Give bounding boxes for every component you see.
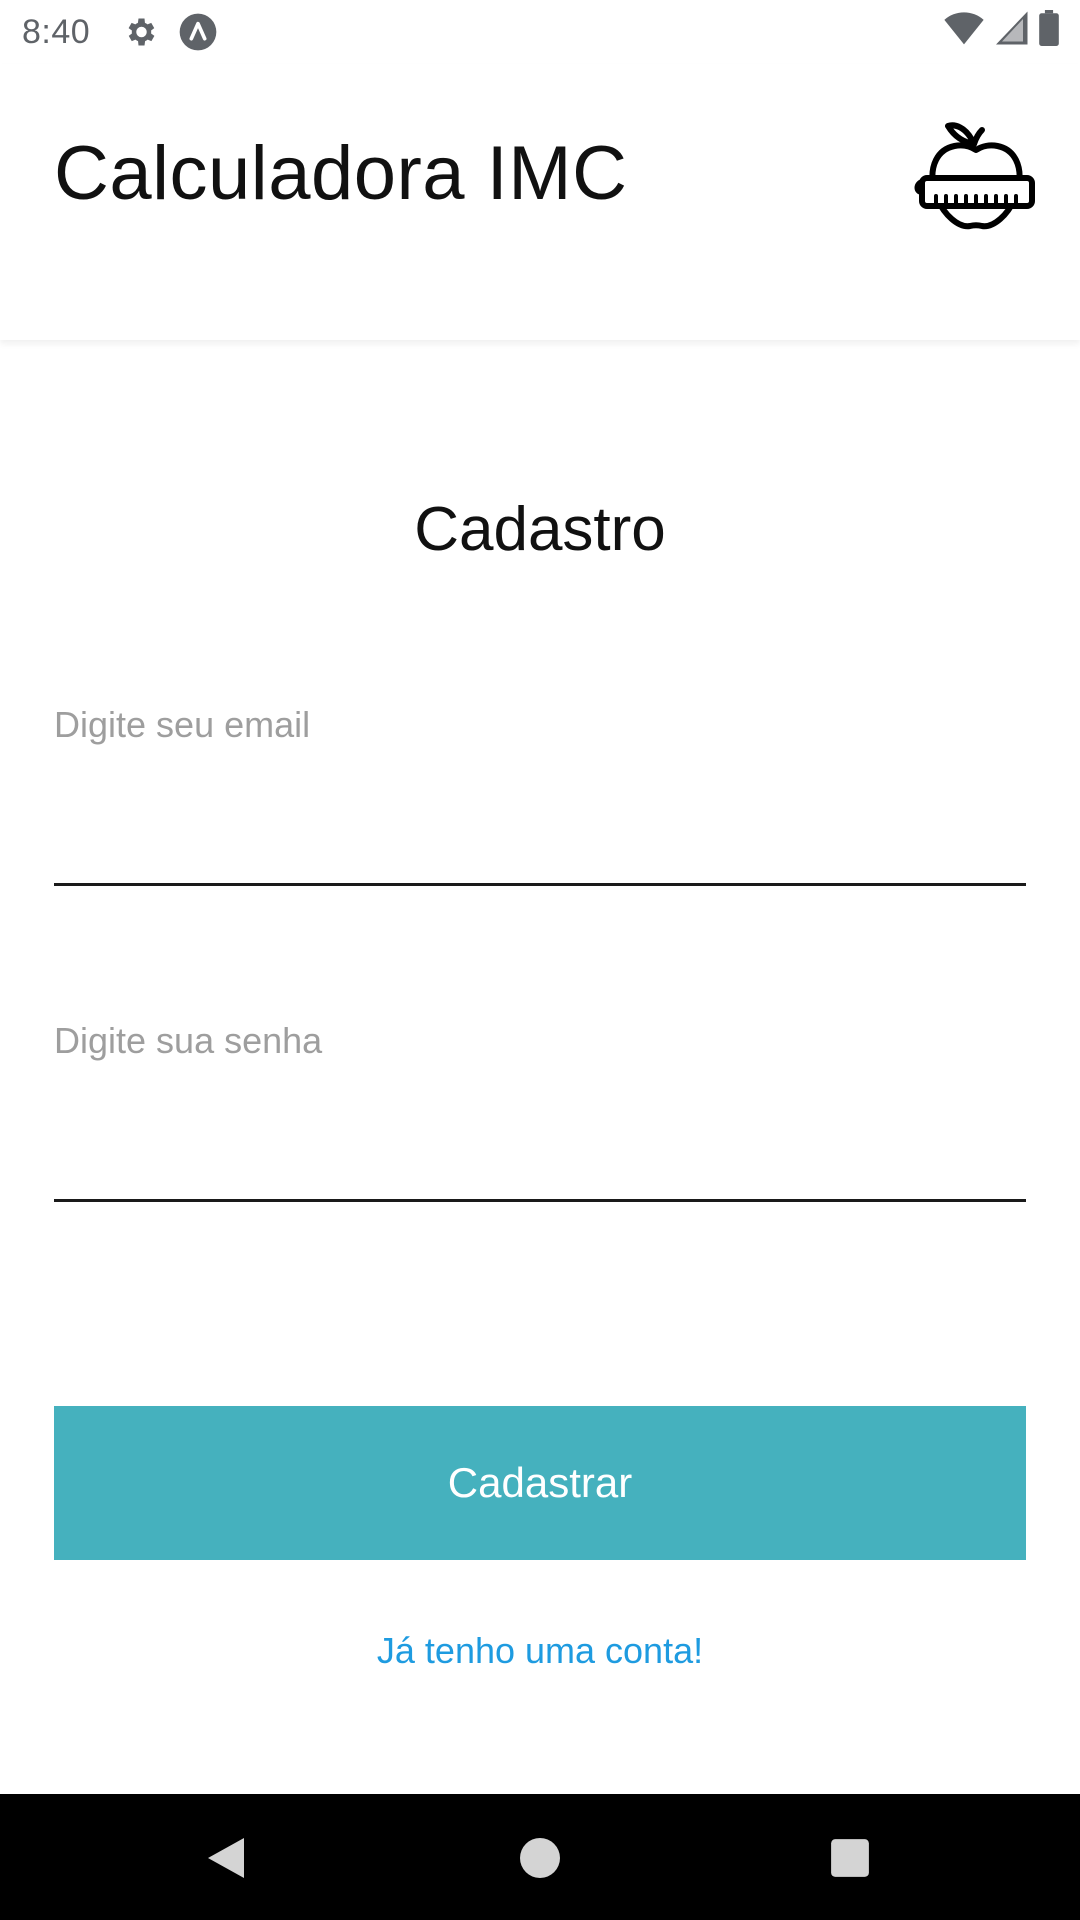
status-bar: 8:40 [0, 0, 1080, 64]
home-icon[interactable] [512, 1830, 568, 1886]
battery-icon [1038, 10, 1060, 51]
status-right-icons [944, 10, 1060, 51]
app-title: Calculadora IMC [54, 131, 628, 216]
system-nav-bar [0, 1794, 1080, 1920]
app-notification-icon [178, 12, 218, 52]
wifi-icon [944, 10, 984, 51]
signal-icon [994, 10, 1028, 51]
apple-measuring-tape-icon [914, 114, 1038, 238]
existing-account-link[interactable]: Já tenho uma conta! [0, 1630, 1080, 1672]
email-field-placeholder: Digite seu email [54, 704, 311, 745]
back-icon[interactable] [198, 1830, 254, 1886]
status-time: 8:40 [22, 12, 91, 51]
password-field[interactable]: Digite sua senha [54, 1020, 1026, 1202]
recents-icon[interactable] [822, 1830, 878, 1886]
app-header: Calculadora IMC [0, 64, 1080, 340]
register-button[interactable]: Cadastrar [54, 1406, 1026, 1560]
email-input[interactable] [54, 756, 1026, 883]
password-input[interactable] [54, 1072, 1026, 1199]
register-button-label: Cadastrar [447, 1459, 633, 1506]
password-field-placeholder: Digite sua senha [54, 1020, 323, 1061]
email-field[interactable]: Digite seu email [54, 704, 1026, 886]
screen: 8:40 Calculadora IMC Cadastro Digite seu… [0, 0, 1080, 1920]
settings-gear-icon [122, 14, 158, 50]
page-title: Cadastro [414, 495, 666, 564]
